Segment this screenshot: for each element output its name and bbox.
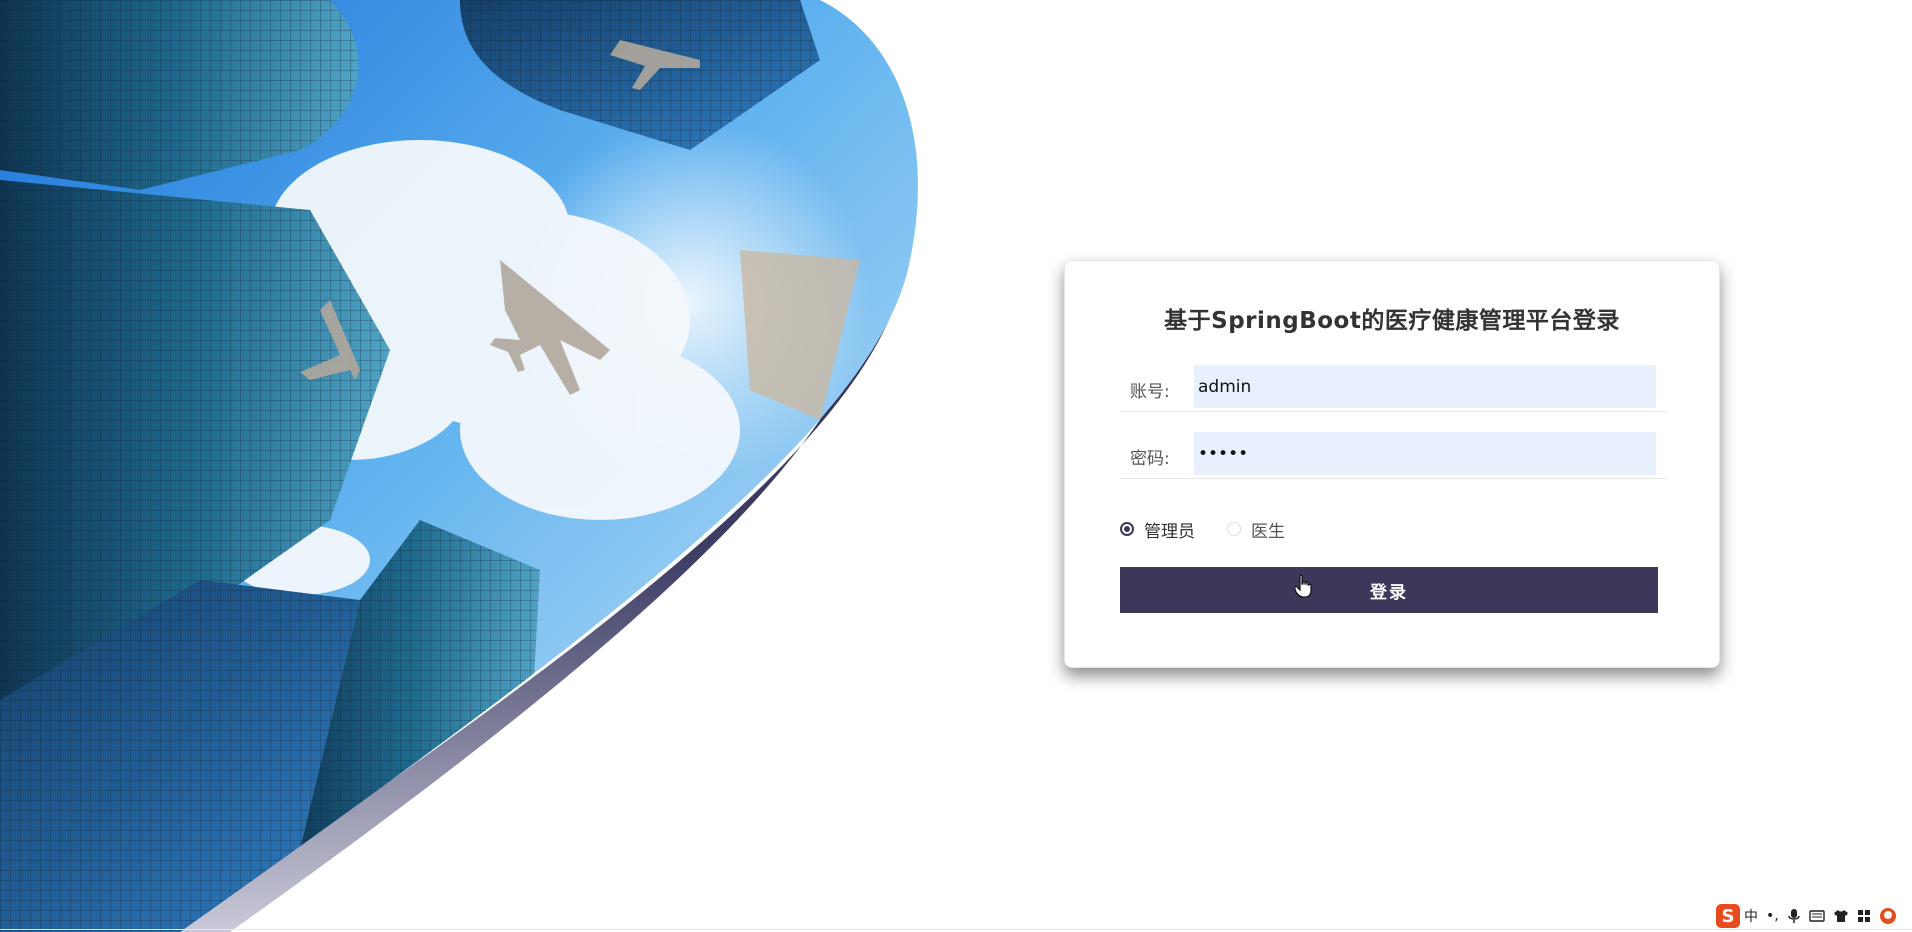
account-row: 账号:	[1120, 365, 1666, 412]
hand-cursor-icon	[1294, 574, 1312, 598]
login-title: 基于SpringBoot的医疗健康管理平台登录	[1164, 308, 1620, 334]
avatar-icon[interactable]	[1879, 907, 1897, 925]
sogou-logo-icon[interactable]: S	[1716, 904, 1740, 928]
login-page: 基于SpringBoot的医疗健康管理平台登录 账号: 密码: 管理员 医生 登…	[0, 0, 1912, 932]
ime-tray[interactable]: S 中 •,	[1716, 903, 1897, 929]
mic-icon[interactable]	[1787, 908, 1801, 924]
shirt-icon[interactable]	[1833, 909, 1849, 923]
role-option-admin[interactable]: 管理员	[1120, 517, 1195, 542]
role-option-doctor[interactable]: 医生	[1227, 517, 1285, 542]
login-card: 基于SpringBoot的医疗健康管理平台登录 账号: 密码: 管理员 医生 登…	[1064, 260, 1720, 668]
keyboard-icon[interactable]	[1809, 909, 1825, 923]
ime-mode-label[interactable]: 中	[1744, 906, 1758, 926]
grid-icon[interactable]	[1857, 909, 1871, 923]
password-row: 密码:	[1120, 432, 1666, 479]
account-input[interactable]	[1194, 365, 1656, 408]
hero-illustration	[0, 0, 918, 932]
radio-unchecked-icon[interactable]	[1227, 522, 1241, 536]
radio-checked-icon[interactable]	[1120, 522, 1134, 536]
role-label-doctor: 医生	[1251, 521, 1285, 542]
password-input[interactable]	[1194, 432, 1656, 475]
login-button[interactable]: 登录	[1120, 567, 1658, 613]
bottom-divider	[0, 929, 1912, 930]
role-radio-group: 管理员 医生	[1120, 516, 1317, 542]
role-label-admin: 管理员	[1144, 521, 1195, 542]
password-label: 密码:	[1130, 449, 1170, 469]
account-label: 账号:	[1130, 382, 1170, 402]
ime-punct-label[interactable]: •,	[1766, 908, 1779, 924]
